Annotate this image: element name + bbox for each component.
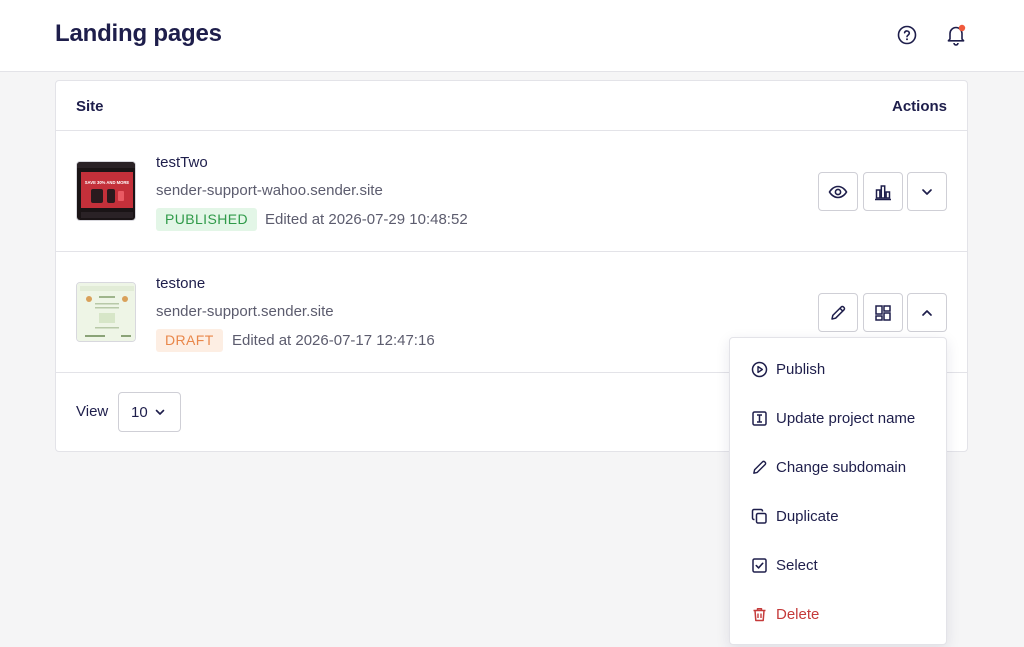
page-size-value: 10 <box>131 403 148 421</box>
menu-item-update-project-name[interactable]: Update project name <box>730 395 946 441</box>
menu-item-publish[interactable]: Publish <box>730 346 946 392</box>
play-circle-icon <box>750 360 768 378</box>
column-header-actions: Actions <box>891 98 947 115</box>
chevron-down-icon <box>922 188 932 195</box>
page-title: Landing pages <box>55 20 222 47</box>
bar-chart-icon <box>875 184 891 200</box>
table-row: SAVE 30% AND MORE testTwo sender-support… <box>56 131 967 252</box>
top-header: Landing pages <box>0 0 1024 72</box>
site-thumbnail[interactable]: SAVE 30% AND MORE <box>76 161 136 221</box>
trash-icon <box>750 605 768 623</box>
page-size-select[interactable]: 10 <box>118 392 181 432</box>
column-header-site: Site <box>76 98 104 115</box>
edited-timestamp: Edited at 2026-07-29 10:48:52 <box>265 211 468 228</box>
chevron-down-icon <box>155 409 164 415</box>
pencil-icon <box>831 305 846 320</box>
menu-item-change-subdomain[interactable]: Change subdomain <box>730 444 946 490</box>
status-badge: DRAFT <box>156 329 223 352</box>
text-cursor-icon <box>750 409 768 427</box>
site-name[interactable]: testTwo <box>156 154 208 171</box>
preview-button[interactable] <box>818 172 858 211</box>
copy-icon <box>750 507 768 525</box>
site-thumbnail[interactable] <box>76 282 136 342</box>
site-name[interactable]: testone <box>156 275 205 292</box>
site-domain[interactable]: sender-support.sender.site <box>156 303 334 320</box>
row-actions-menu: Publish Update project name Change subdo… <box>729 337 947 645</box>
eye-icon <box>828 185 848 198</box>
status-badge: PUBLISHED <box>156 208 257 231</box>
more-actions-button[interactable] <box>907 293 947 332</box>
layout-button[interactable] <box>863 293 903 332</box>
pencil-icon <box>750 458 768 476</box>
help-circle-icon[interactable] <box>895 23 919 47</box>
chevron-up-icon <box>922 309 932 316</box>
menu-item-delete[interactable]: Delete <box>730 591 946 637</box>
more-actions-button[interactable] <box>907 172 947 211</box>
stats-button[interactable] <box>863 172 903 211</box>
menu-item-duplicate[interactable]: Duplicate <box>730 493 946 539</box>
bell-icon[interactable] <box>944 23 968 47</box>
view-label: View <box>76 403 109 420</box>
grid-icon <box>875 304 891 321</box>
menu-item-select[interactable]: Select <box>730 542 946 588</box>
table-header: Site Actions <box>56 81 967 131</box>
edit-button[interactable] <box>818 293 858 332</box>
site-domain[interactable]: sender-support-wahoo.sender.site <box>156 182 383 199</box>
thumbnail-text: SAVE 30% AND MORE <box>85 180 130 185</box>
checkbox-icon <box>750 556 768 574</box>
edited-timestamp: Edited at 2026-07-17 12:47:16 <box>232 332 435 349</box>
